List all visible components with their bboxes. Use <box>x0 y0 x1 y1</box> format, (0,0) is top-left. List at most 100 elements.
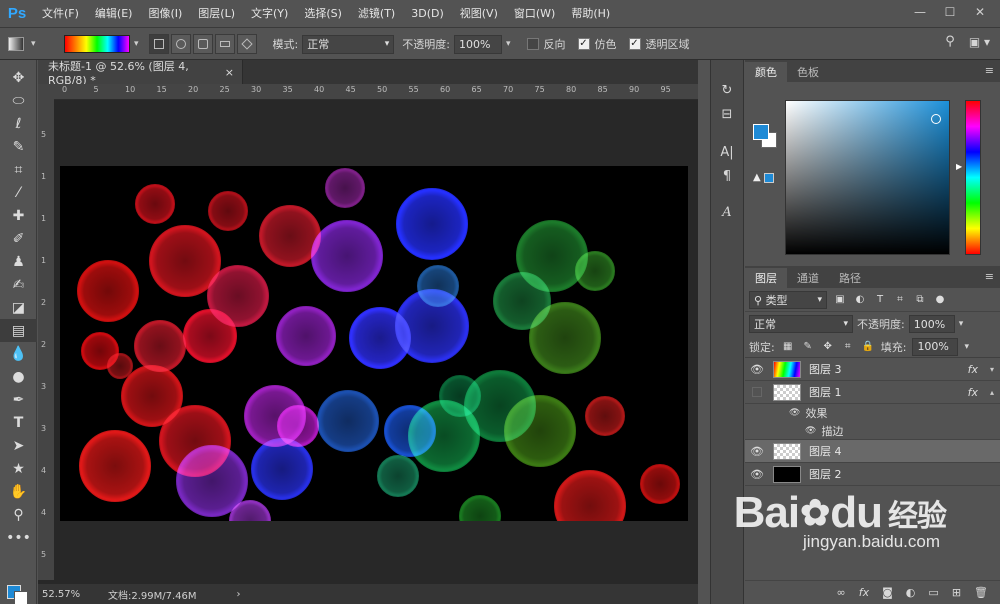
mask-icon[interactable]: ◙ <box>882 586 893 599</box>
adjustment-icon[interactable]: ◐ <box>906 586 916 599</box>
diamond-gradient-button[interactable] <box>236 34 257 54</box>
eraser-tool-icon[interactable]: ◪ <box>0 296 37 319</box>
filter-type-icon[interactable]: T <box>873 293 887 307</box>
glyphs-icon[interactable]: A <box>711 200 743 224</box>
eyedropper-tool-icon[interactable]: ⁄ <box>0 181 37 204</box>
more-tools-icon[interactable]: ••• <box>0 526 37 549</box>
tab-swatches[interactable]: 色板 <box>787 62 829 82</box>
transparency-checkbox[interactable]: ✓ <box>628 38 641 50</box>
path-select-tool-icon[interactable]: ➤ <box>0 434 37 457</box>
lock-all-icon[interactable]: 🔒 <box>861 340 875 354</box>
eye-icon[interactable]: 👁 <box>745 363 769 376</box>
angle-gradient-button[interactable] <box>192 34 213 54</box>
layer-stroke-row[interactable]: 👁 描边 <box>745 422 1000 440</box>
menu-select[interactable]: 选择(S) <box>296 0 350 28</box>
layer-filter-select[interactable]: ⚲ 类型 ▾ <box>749 290 827 309</box>
eye-icon[interactable]: 👁 <box>789 408 800 418</box>
document-tab[interactable]: 未标题-1 @ 52.6% (图层 4, RGB/8) * × <box>38 60 243 87</box>
tool-preset-picker[interactable]: ▾ <box>8 33 46 55</box>
shape-tool-icon[interactable]: ★ <box>0 457 37 480</box>
panel-menu-icon[interactable]: ≡ <box>985 270 994 283</box>
character-icon[interactable]: A| <box>711 140 743 164</box>
eye-icon[interactable]: 👁 <box>745 468 769 481</box>
type-tool-icon[interactable]: T <box>0 411 37 434</box>
menu-3d[interactable]: 3D(D) <box>403 0 452 28</box>
dither-checkbox[interactable]: ✓ <box>577 38 590 50</box>
layer-row-2[interactable]: 👁 图层 2 <box>745 463 1000 486</box>
maximize-button[interactable]: ☐ <box>936 2 964 22</box>
opacity-input[interactable]: 100% <box>453 34 502 54</box>
reverse-checkbox[interactable] <box>526 38 539 50</box>
lock-transparent-icon[interactable]: ▦ <box>781 340 795 354</box>
mode-select[interactable]: 正常 ▾ <box>302 34 395 54</box>
clone-stamp-tool-icon[interactable]: ♟ <box>0 250 37 273</box>
blend-mode-select[interactable]: 正常 ▾ <box>749 315 853 333</box>
properties-icon[interactable]: ⊟ <box>711 102 743 126</box>
linear-gradient-button[interactable] <box>148 34 169 54</box>
hue-slider[interactable] <box>965 100 981 255</box>
lock-pixels-icon[interactable]: ✎ <box>801 340 815 354</box>
radial-gradient-button[interactable] <box>170 34 191 54</box>
crop-tool-icon[interactable]: ⌗ <box>0 158 37 181</box>
menu-view[interactable]: 视图(V) <box>452 0 506 28</box>
gradient-swatch[interactable] <box>64 35 130 53</box>
blur-tool-icon[interactable]: 💧 <box>0 342 37 365</box>
layer-opacity-input[interactable]: 100% <box>908 315 955 333</box>
healing-brush-tool-icon[interactable]: ✚ <box>0 204 37 227</box>
paragraph-icon[interactable]: ¶ <box>711 164 743 188</box>
brush-tool-icon[interactable]: ✐ <box>0 227 37 250</box>
color-picker-field[interactable] <box>785 100 950 255</box>
eye-icon[interactable]: 👁 <box>805 426 816 436</box>
eye-icon[interactable]: 👁 <box>745 445 769 458</box>
panel-menu-icon[interactable]: ≡ <box>985 64 994 77</box>
menu-file[interactable]: 文件(F) <box>34 0 87 28</box>
status-arrow-icon[interactable]: › <box>237 589 241 600</box>
fx-icon[interactable]: fx <box>968 386 978 399</box>
menu-window[interactable]: 窗口(W) <box>506 0 563 28</box>
filter-smart-object-icon[interactable]: ⧉ <box>913 293 927 307</box>
chevron-up-icon[interactable]: ▴ <box>990 388 994 397</box>
new-layer-icon[interactable]: ⊞ <box>952 586 961 599</box>
menu-filter[interactable]: 滤镜(T) <box>350 0 403 28</box>
close-icon[interactable]: × <box>225 66 234 79</box>
filter-pixel-icon[interactable]: ▣ <box>833 293 847 307</box>
search-icon[interactable]: ⚲ <box>945 34 955 49</box>
marquee-tool-icon[interactable]: ⬭ <box>0 89 37 112</box>
zoom-level[interactable]: 52.57% <box>38 589 80 600</box>
tab-paths[interactable]: 路径 <box>829 268 871 288</box>
link-icon[interactable]: ∞ <box>837 586 846 599</box>
close-button[interactable]: ✕ <box>966 2 994 22</box>
tab-channels[interactable]: 通道 <box>787 268 829 288</box>
zoom-tool-icon[interactable]: ⚲ <box>0 503 37 526</box>
tab-color[interactable]: 颜色 <box>745 62 787 82</box>
fx-icon[interactable]: fx <box>968 363 978 376</box>
workspace-icon[interactable]: ▣ ▾ <box>969 35 990 49</box>
tab-layers[interactable]: 图层 <box>745 268 787 288</box>
fill-input[interactable]: 100% <box>912 337 959 356</box>
group-icon[interactable]: ▭ <box>928 586 938 599</box>
chevron-down-icon[interactable]: ▾ <box>959 319 964 329</box>
gamut-warning[interactable]: ▲ <box>753 172 774 183</box>
dodge-tool-icon[interactable]: ● <box>0 365 37 388</box>
gradient-tool-icon[interactable]: ▤ <box>0 319 37 342</box>
layer-row-1[interactable]: 图层 1 fx ▴ <box>745 381 1000 404</box>
menu-layer[interactable]: 图层(L) <box>190 0 243 28</box>
background-color[interactable] <box>14 591 28 604</box>
chevron-down-icon[interactable]: ▾ <box>964 342 969 352</box>
menu-help[interactable]: 帮助(H) <box>563 0 618 28</box>
opacity-chevron-icon[interactable]: ▾ <box>506 39 511 49</box>
minimize-button[interactable]: — <box>906 2 934 22</box>
canvas[interactable] <box>60 166 688 521</box>
pen-tool-icon[interactable]: ✒ <box>0 388 37 411</box>
menu-image[interactable]: 图像(I) <box>140 0 190 28</box>
layer-row-4[interactable]: 👁 图层 4 <box>745 440 1000 463</box>
lock-position-icon[interactable]: ✥ <box>821 340 835 354</box>
lock-artboard-icon[interactable]: ⌗ <box>841 340 855 354</box>
menu-type[interactable]: 文字(Y) <box>243 0 296 28</box>
gradient-picker-chevron-icon[interactable]: ▾ <box>134 39 139 49</box>
hand-tool-icon[interactable]: ✋ <box>0 480 37 503</box>
layer-row-3[interactable]: 👁 图层 3 fx ▾ <box>745 358 1000 381</box>
quick-select-tool-icon[interactable]: ✎ <box>0 135 37 158</box>
filter-toggle-icon[interactable]: ● <box>933 293 947 307</box>
tool-color-swatches[interactable] <box>7 579 33 604</box>
